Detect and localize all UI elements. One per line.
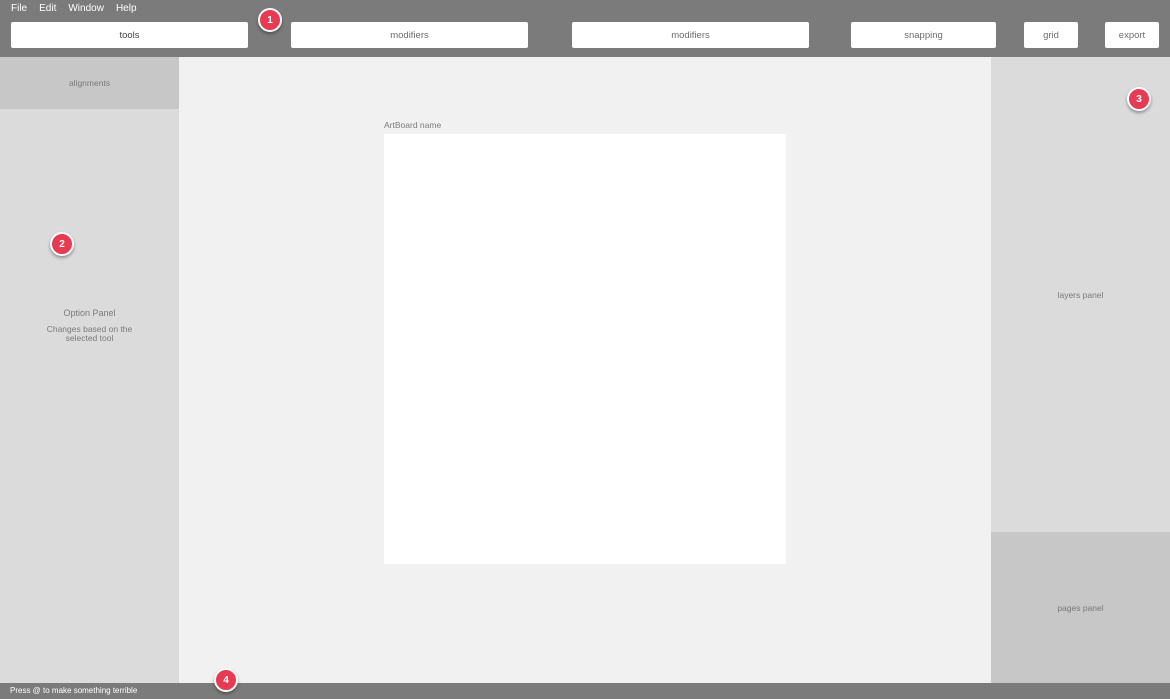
- menu-help[interactable]: Help: [116, 3, 137, 17]
- marker-4: 4: [214, 668, 238, 692]
- snapping-button[interactable]: snapping: [851, 22, 996, 48]
- status-bar: Press @ to make something terrible: [0, 683, 1170, 699]
- alignments-panel[interactable]: alignments: [0, 57, 179, 109]
- marker-2: 2: [50, 232, 74, 256]
- marker-3: 3: [1127, 87, 1151, 111]
- marker-1: 1: [258, 8, 282, 32]
- alignments-label: alignments: [68, 78, 111, 88]
- option-panel-description: Changes based on the selected tool: [46, 324, 133, 343]
- tools-button[interactable]: tools: [11, 22, 248, 48]
- option-panel-title: Option Panel: [63, 308, 116, 318]
- grid-button[interactable]: grid: [1024, 22, 1078, 48]
- canvas-area[interactable]: ArtBoard name: [179, 57, 991, 683]
- layers-panel-label: layers panel: [1057, 289, 1104, 300]
- top-toolbar: File Edit Window Help tools modifiers mo…: [0, 0, 1170, 57]
- menu-file[interactable]: File: [11, 3, 27, 17]
- modifiers-button-secondary[interactable]: modifiers: [572, 22, 809, 48]
- menu-edit[interactable]: Edit: [39, 3, 56, 17]
- option-panel: Option Panel Changes based on the select…: [0, 109, 179, 683]
- status-text: Press @ to make something terrible: [10, 686, 138, 695]
- artboard[interactable]: [384, 134, 786, 564]
- artboard-name: ArtBoard name: [384, 120, 442, 130]
- menu-bar: File Edit Window Help: [11, 3, 137, 17]
- pages-panel-label: pages panel: [1057, 602, 1104, 613]
- menu-window[interactable]: Window: [68, 3, 104, 17]
- modifiers-button[interactable]: modifiers: [291, 22, 528, 48]
- app-window: File Edit Window Help tools modifiers mo…: [0, 0, 1170, 699]
- export-button[interactable]: export: [1105, 22, 1159, 48]
- pages-panel[interactable]: pages panel: [991, 532, 1170, 683]
- layers-panel[interactable]: layers panel: [991, 57, 1170, 532]
